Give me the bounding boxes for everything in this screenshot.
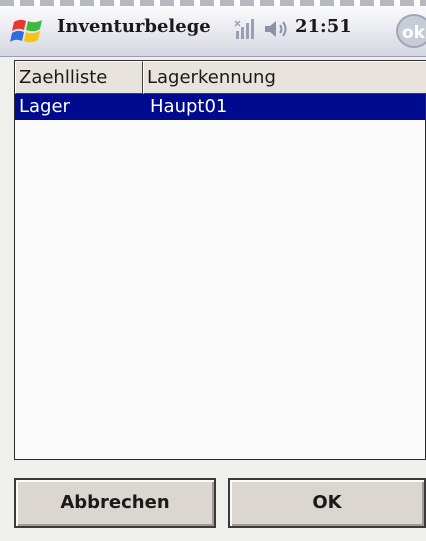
list-row[interactable]: Lager Haupt01 (15, 94, 425, 120)
ok-close-button[interactable]: ok (396, 14, 426, 48)
clock: 21:51 (295, 16, 352, 37)
column-header-zaehlliste[interactable]: Zaehlliste (15, 61, 143, 94)
cell-lagerkennung: Haupt01 (150, 96, 228, 117)
ok-button[interactable]: OK (228, 478, 426, 528)
speaker-icon[interactable] (262, 17, 288, 41)
inventory-list[interactable]: Zaehlliste Lagerkennung Lager Haupt01 (14, 60, 426, 460)
app-title: Inventurbelege (57, 16, 211, 37)
title-bar: Inventurbelege 21:51 ok (0, 0, 426, 57)
column-header-lagerkennung[interactable]: Lagerkennung (143, 61, 426, 94)
signal-icon[interactable] (234, 17, 258, 41)
cancel-button[interactable]: Abbrechen (14, 478, 216, 528)
windows-start-icon[interactable] (10, 14, 46, 48)
list-header: Zaehlliste Lagerkennung (15, 61, 426, 94)
title-bar-dashes (0, 0, 426, 6)
cell-zaehlliste: Lager (19, 96, 70, 117)
